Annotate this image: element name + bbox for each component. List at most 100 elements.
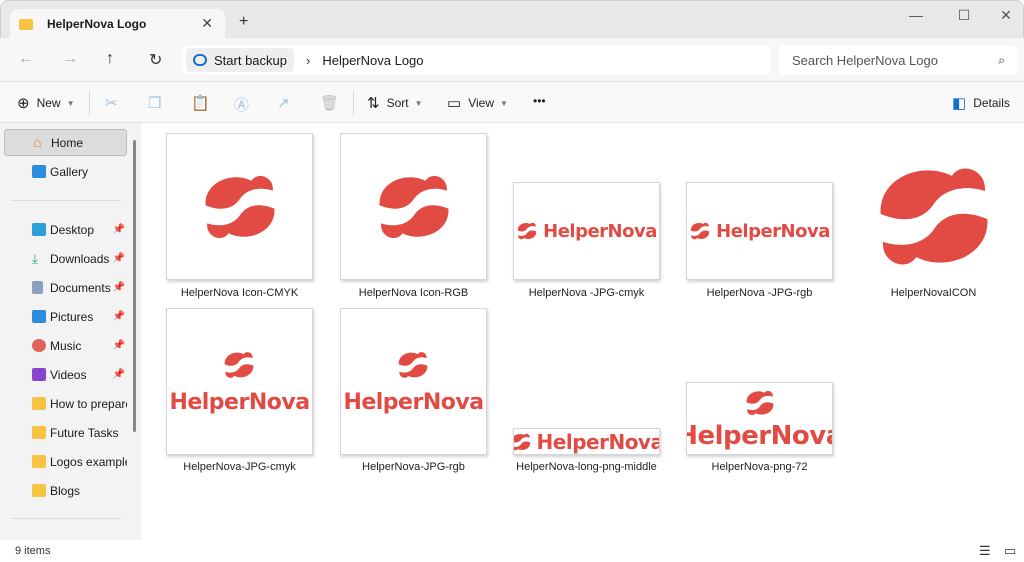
monitor-icon: ▭ <box>447 95 462 112</box>
sidebar-item-music[interactable]: Music 📌 <box>4 332 127 359</box>
file-thumbnail[interactable]: HelperNova <box>166 308 313 455</box>
sidebar-item-pictures[interactable]: Pictures 📌 <box>4 303 127 330</box>
sort-label: Sort <box>386 96 409 110</box>
details-pane-icon: ◧ <box>952 95 967 112</box>
folder-icon <box>32 397 46 410</box>
file-thumbnail[interactable] <box>860 153 1007 280</box>
rename-icon: Ⓐ <box>234 97 250 114</box>
details-view-button[interactable]: ☰ <box>979 543 991 559</box>
file-name[interactable]: HelperNova -JPG-rgb <box>675 287 845 299</box>
logo-wordmark: HelperNova <box>543 220 657 242</box>
copy-icon: ❐ <box>148 95 162 112</box>
new-tab-button[interactable]: + <box>239 13 248 31</box>
folder-icon <box>32 455 46 468</box>
file-thumbnail[interactable]: HelperNova <box>686 182 833 280</box>
sidebar-label: Desktop <box>50 222 95 237</box>
new-button[interactable]: ⊕ New ▼ <box>17 94 75 112</box>
sidebar-item-folder[interactable]: Blogs <box>4 477 127 504</box>
back-button[interactable]: ← <box>18 50 34 68</box>
file-name[interactable]: HelperNova-png-72 <box>675 461 845 473</box>
file-name[interactable]: HelperNova-JPG-cmyk <box>155 461 325 473</box>
logo-mark-icon <box>880 168 987 265</box>
sidebar-label: Pictures <box>50 309 94 324</box>
sidebar-label: Videos <box>50 367 87 382</box>
navigation-pane: ⌂ Home Gallery Desktop 📌 ⤓ Downloads 📌 Docum… <box>0 123 141 540</box>
tiles-view-button[interactable]: ▭ <box>1004 543 1016 559</box>
view-button[interactable]: ▭ View ▼ <box>447 94 508 112</box>
desktop-icon <box>32 223 46 236</box>
logo-wordmark: HelperNova <box>169 390 310 415</box>
sidebar-item-desktop[interactable]: Desktop 📌 <box>4 216 127 243</box>
address-bar-row: ← → ↑ ↻ Start backup › HelperNova Logo S… <box>0 38 1024 82</box>
file-name[interactable]: HelperNovaICON <box>849 287 1019 299</box>
gallery-icon <box>32 165 46 178</box>
sidebar-label: Documents <box>50 280 111 295</box>
up-button[interactable]: ↑ <box>106 50 114 68</box>
sidebar-item-folder[interactable]: How to prepare <box>4 390 127 417</box>
folder-icon <box>32 426 46 439</box>
file-name[interactable]: HelperNova-long-png-middle <box>502 461 672 473</box>
download-icon: ⤓ <box>32 251 38 266</box>
address-bar[interactable]: Start backup › HelperNova Logo <box>183 45 771 75</box>
sidebar-item-home[interactable]: ⌂ Home <box>4 129 127 156</box>
delete-button[interactable]: 🗑 <box>320 94 346 112</box>
logo-mark-icon <box>204 175 275 238</box>
logo-mark-icon <box>690 222 710 240</box>
breadcrumb-current[interactable]: HelperNova Logo <box>322 53 423 68</box>
file-thumbnail[interactable]: HelperNova <box>513 182 660 280</box>
file-name[interactable]: HelperNova Icon-RGB <box>329 287 499 299</box>
paste-button[interactable]: 📋 <box>191 94 217 112</box>
share-icon: ↗ <box>277 95 290 112</box>
view-label: View <box>468 96 494 110</box>
sidebar-label: Music <box>50 338 82 353</box>
trash-icon: 🗑 <box>320 95 340 112</box>
refresh-button[interactable]: ↻ <box>149 50 162 70</box>
details-button[interactable]: ◧ Details <box>952 94 1010 112</box>
sidebar-item-downloads[interactable]: ⤓ Downloads 📌 <box>4 245 127 272</box>
cloud-backup-icon <box>193 54 207 66</box>
file-thumbnail[interactable]: HelperNova <box>513 428 660 455</box>
logo-wordmark: HelperNova <box>536 429 660 454</box>
file-thumbnail[interactable] <box>166 133 313 280</box>
breadcrumb-chevron-icon[interactable]: › <box>306 53 310 68</box>
sidebar-item-documents[interactable]: Documents 📌 <box>4 274 127 301</box>
rename-button[interactable]: Ⓐ <box>234 94 256 115</box>
cut-button[interactable]: ✂ <box>105 94 125 112</box>
logo-mark-icon <box>378 175 449 238</box>
sidebar-item-gallery[interactable]: Gallery <box>4 158 127 185</box>
logo-wordmark: HelperNova <box>343 390 484 415</box>
minimize-button[interactable]: — <box>901 7 931 23</box>
videos-icon <box>32 368 46 381</box>
forward-button[interactable]: → <box>62 50 78 68</box>
logo-mark-icon <box>225 352 254 378</box>
pin-icon: 📌 <box>112 311 125 322</box>
sidebar-label: Future Tasks <box>50 425 119 440</box>
pin-icon: 📌 <box>112 282 125 293</box>
maximize-button[interactable]: ☐ <box>949 7 979 24</box>
file-thumbnail[interactable]: HelperNova <box>686 382 833 455</box>
logo-mark-icon <box>399 352 428 378</box>
tab-helpernova-logo[interactable]: HelperNova Logo ✕ <box>10 9 225 39</box>
file-thumbnail[interactable]: HelperNova <box>340 308 487 455</box>
sort-button[interactable]: ⇅ Sort ▼ <box>367 94 423 112</box>
sidebar-scrollbar[interactable] <box>133 140 136 432</box>
pictures-icon <box>32 310 46 323</box>
file-name[interactable]: HelperNova -JPG-cmyk <box>502 287 672 299</box>
more-options-button[interactable]: ••• <box>533 94 546 108</box>
file-name[interactable]: HelperNova-JPG-rgb <box>329 461 499 473</box>
copy-button[interactable]: ❐ <box>148 94 168 112</box>
share-button[interactable]: ↗ <box>277 94 297 112</box>
file-name[interactable]: HelperNova Icon-CMYK <box>155 287 325 299</box>
sidebar-item-folder[interactable]: Logos examples <box>4 448 127 475</box>
search-input[interactable]: Search HelperNova Logo ⌕ <box>779 45 1017 75</box>
folder-icon <box>19 18 33 30</box>
close-tab-button[interactable]: ✕ <box>201 15 213 32</box>
close-window-button[interactable]: ✕ <box>991 7 1021 24</box>
tab-title: HelperNova Logo <box>47 17 147 31</box>
sidebar-item-folder[interactable]: Future Tasks <box>4 419 127 446</box>
sidebar-item-videos[interactable]: Videos 📌 <box>4 361 127 388</box>
logo-mark-icon <box>746 390 773 415</box>
start-backup-button[interactable]: Start backup <box>186 48 294 72</box>
file-thumbnail[interactable] <box>340 133 487 280</box>
logo-mark-icon <box>514 433 530 450</box>
